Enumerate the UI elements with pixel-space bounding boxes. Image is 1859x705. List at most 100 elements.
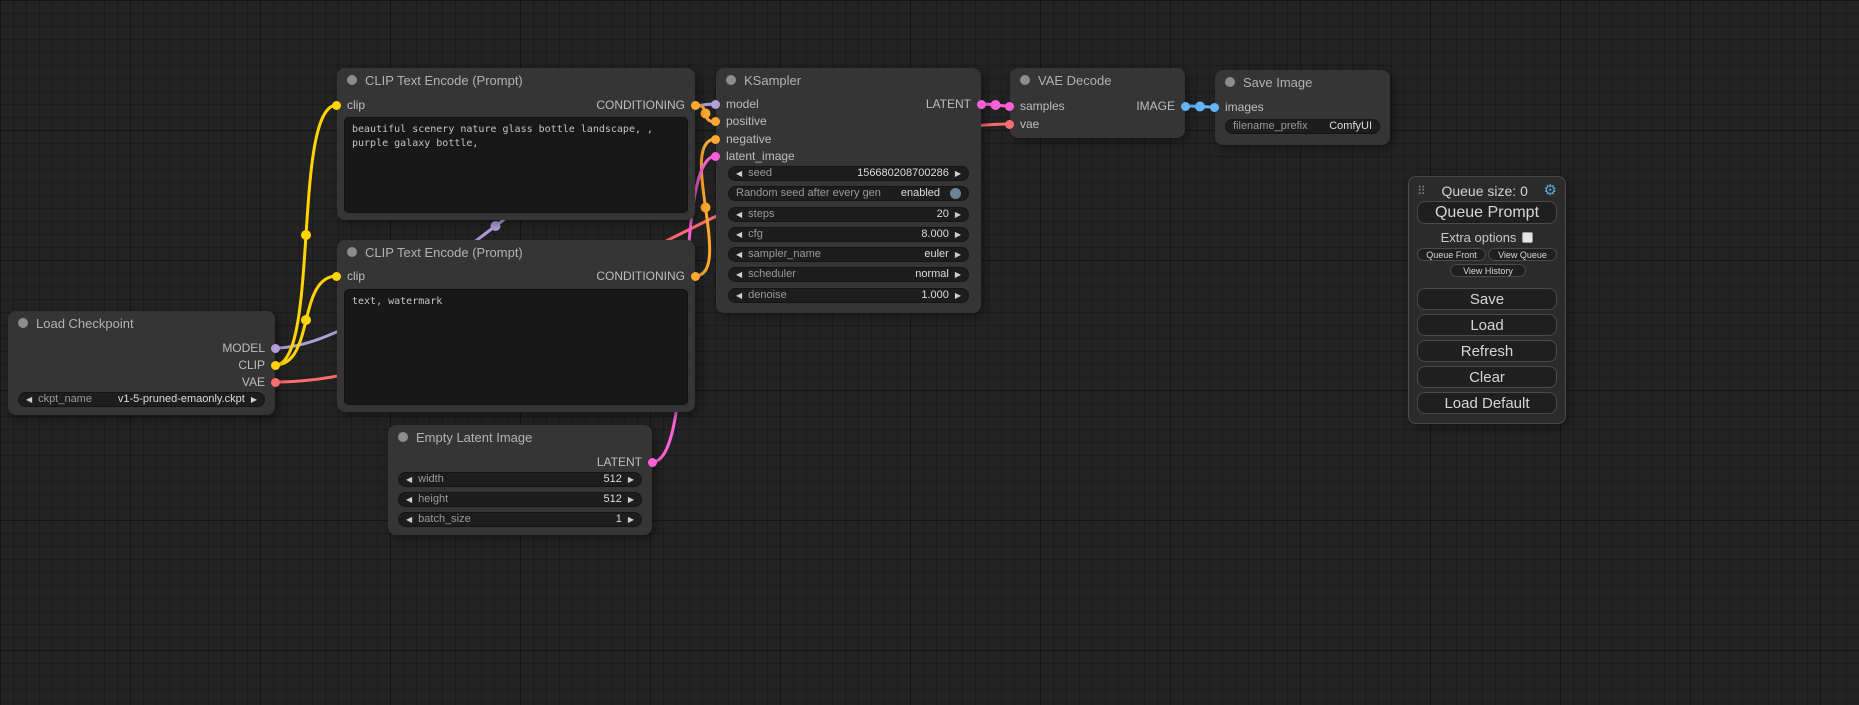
random-seed-toggle-widget[interactable]: Random seed after every gen enabled — [728, 186, 969, 201]
collapse-dot-icon[interactable] — [1225, 77, 1235, 87]
output-slot-latent[interactable]: LATENT — [597, 455, 657, 469]
increment-arrow-icon[interactable]: ▶ — [955, 271, 961, 279]
node-header[interactable]: Empty Latent Image — [388, 425, 652, 449]
view-queue-button[interactable]: View Queue — [1488, 248, 1557, 261]
collapse-dot-icon[interactable] — [347, 247, 357, 257]
slot-dot-clip[interactable] — [271, 361, 280, 370]
slot-dot-latent[interactable] — [711, 152, 720, 161]
drag-handle-icon[interactable]: ⠿ — [1417, 184, 1426, 198]
slot-dot-clip[interactable] — [332, 272, 341, 281]
node-header[interactable]: CLIP Text Encode (Prompt) — [337, 68, 695, 92]
increment-arrow-icon[interactable]: ▶ — [955, 292, 961, 300]
node-load-checkpoint[interactable]: Load Checkpoint MODEL CLIP VAE ◀ ckpt_na… — [8, 311, 275, 415]
increment-arrow-icon[interactable]: ▶ — [628, 496, 634, 504]
decrement-arrow-icon[interactable]: ◀ — [406, 496, 412, 504]
width-widget[interactable]: ◀ width 512 ▶ — [398, 472, 642, 487]
slot-dot-conditioning[interactable] — [691, 101, 700, 110]
steps-widget[interactable]: ◀ steps 20 ▶ — [728, 207, 969, 222]
output-slot-model[interactable]: MODEL — [222, 341, 280, 355]
decrement-arrow-icon[interactable]: ◀ — [736, 170, 742, 178]
output-slot-clip[interactable]: CLIP — [238, 358, 280, 372]
input-slot-samples[interactable]: samples — [1005, 99, 1065, 113]
node-empty-latent-image[interactable]: Empty Latent Image LATENT ◀ width 512 ▶ … — [388, 425, 652, 535]
decrement-arrow-icon[interactable]: ◀ — [736, 211, 742, 219]
slot-dot-conditioning[interactable] — [691, 272, 700, 281]
height-widget[interactable]: ◀ height 512 ▶ — [398, 492, 642, 507]
input-slot-latent-image[interactable]: latent_image — [711, 149, 795, 163]
slot-dot-latent[interactable] — [977, 100, 986, 109]
queue-front-button[interactable]: Queue Front — [1417, 248, 1486, 261]
slot-dot-vae[interactable] — [271, 378, 280, 387]
node-graph-canvas[interactable]: Load Checkpoint MODEL CLIP VAE ◀ ckpt_na… — [0, 0, 1859, 705]
slot-dot-model[interactable] — [271, 344, 280, 353]
view-history-button[interactable]: View History — [1450, 264, 1526, 277]
toggle-icon[interactable] — [950, 188, 961, 199]
increment-arrow-icon[interactable]: ▶ — [628, 516, 634, 524]
slot-dot-latent[interactable] — [648, 458, 657, 467]
collapse-dot-icon[interactable] — [18, 318, 28, 328]
load-button[interactable]: Load — [1417, 314, 1557, 336]
batch-size-widget[interactable]: ◀ batch_size 1 ▶ — [398, 512, 642, 527]
settings-gear-icon[interactable]: ⚙ — [1544, 183, 1557, 198]
input-slot-clip[interactable]: clip — [332, 98, 365, 112]
output-slot-latent[interactable]: LATENT — [926, 97, 986, 111]
increment-arrow-icon[interactable]: ▶ — [955, 211, 961, 219]
refresh-button[interactable]: Refresh — [1417, 340, 1557, 362]
input-slot-images[interactable]: images — [1210, 100, 1264, 114]
node-clip-text-encode-positive[interactable]: CLIP Text Encode (Prompt) clip CONDITION… — [337, 68, 695, 220]
decrement-arrow-icon[interactable]: ◀ — [736, 251, 742, 259]
input-slot-clip[interactable]: clip — [332, 269, 365, 283]
output-slot-conditioning[interactable]: CONDITIONING — [596, 98, 700, 112]
decrement-arrow-icon[interactable]: ◀ — [26, 396, 32, 404]
node-header[interactable]: Load Checkpoint — [8, 311, 275, 335]
cfg-widget[interactable]: ◀ cfg 8.000 ▶ — [728, 227, 969, 242]
node-header[interactable]: CLIP Text Encode (Prompt) — [337, 240, 695, 264]
collapse-dot-icon[interactable] — [347, 75, 357, 85]
increment-arrow-icon[interactable]: ▶ — [628, 476, 634, 484]
prompt-textarea[interactable]: text, watermark — [344, 289, 688, 405]
seed-widget[interactable]: ◀ seed 156680208700286 ▶ — [728, 166, 969, 181]
input-slot-model[interactable]: model — [711, 97, 759, 111]
increment-arrow-icon[interactable]: ▶ — [955, 231, 961, 239]
slot-dot-conditioning[interactable] — [711, 135, 720, 144]
output-slot-conditioning[interactable]: CONDITIONING — [596, 269, 700, 283]
slot-dot-image[interactable] — [1181, 102, 1190, 111]
decrement-arrow-icon[interactable]: ◀ — [736, 271, 742, 279]
collapse-dot-icon[interactable] — [398, 432, 408, 442]
decrement-arrow-icon[interactable]: ◀ — [406, 516, 412, 524]
scheduler-widget[interactable]: ◀ scheduler normal ▶ — [728, 267, 969, 282]
filename-prefix-widget[interactable]: filename_prefix ComfyUI — [1225, 119, 1380, 134]
slot-dot-conditioning[interactable] — [711, 117, 720, 126]
collapse-dot-icon[interactable] — [1020, 75, 1030, 85]
ckpt-name-widget[interactable]: ◀ ckpt_name v1-5-pruned-emaonly.ckpt ▶ — [18, 392, 265, 407]
decrement-arrow-icon[interactable]: ◀ — [406, 476, 412, 484]
input-slot-vae[interactable]: vae — [1005, 117, 1039, 131]
collapse-dot-icon[interactable] — [726, 75, 736, 85]
slot-dot-image[interactable] — [1210, 103, 1219, 112]
decrement-arrow-icon[interactable]: ◀ — [736, 292, 742, 300]
node-header[interactable]: KSampler — [716, 68, 981, 92]
sampler-name-widget[interactable]: ◀ sampler_name euler ▶ — [728, 247, 969, 262]
comfy-menu-panel[interactable]: ⠿ Queue size: 0 ⚙ Queue Prompt Extra opt… — [1408, 176, 1566, 424]
node-ksampler[interactable]: KSampler model positive negative latent_… — [716, 68, 981, 313]
increment-arrow-icon[interactable]: ▶ — [955, 251, 961, 259]
node-vae-decode[interactable]: VAE Decode samples vae IMAGE — [1010, 68, 1185, 138]
output-slot-vae[interactable]: VAE — [242, 375, 280, 389]
denoise-widget[interactable]: ◀ denoise 1.000 ▶ — [728, 288, 969, 303]
queue-prompt-button[interactable]: Queue Prompt — [1417, 201, 1557, 224]
input-slot-negative[interactable]: negative — [711, 132, 771, 146]
save-button[interactable]: Save — [1417, 288, 1557, 310]
output-slot-image[interactable]: IMAGE — [1136, 99, 1190, 113]
extra-options-checkbox[interactable] — [1522, 232, 1533, 243]
input-slot-positive[interactable]: positive — [711, 114, 767, 128]
prompt-textarea[interactable]: beautiful scenery nature glass bottle la… — [344, 117, 688, 213]
node-clip-text-encode-negative[interactable]: CLIP Text Encode (Prompt) clip CONDITION… — [337, 240, 695, 412]
slot-dot-vae[interactable] — [1005, 120, 1014, 129]
slot-dot-clip[interactable] — [332, 101, 341, 110]
node-save-image[interactable]: Save Image images filename_prefix ComfyU… — [1215, 70, 1390, 145]
slot-dot-latent[interactable] — [1005, 102, 1014, 111]
increment-arrow-icon[interactable]: ▶ — [251, 396, 257, 404]
decrement-arrow-icon[interactable]: ◀ — [736, 231, 742, 239]
load-default-button[interactable]: Load Default — [1417, 392, 1557, 414]
node-header[interactable]: VAE Decode — [1010, 68, 1185, 92]
